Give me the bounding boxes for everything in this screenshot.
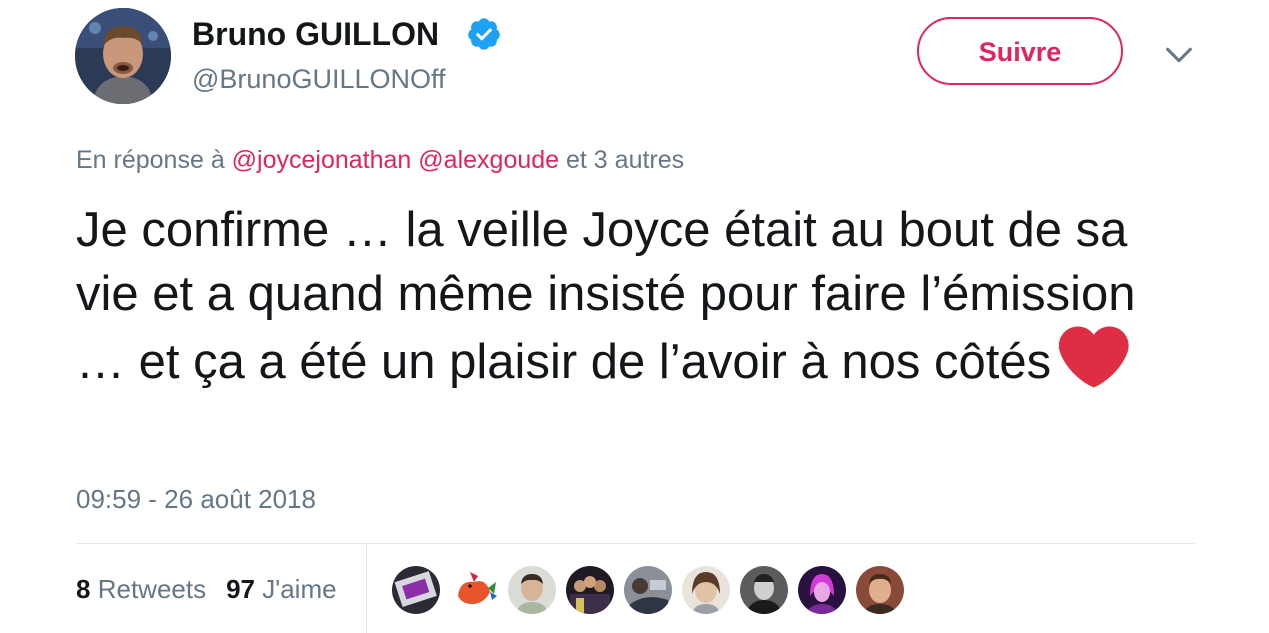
liker-avatar-3 xyxy=(508,566,556,614)
tweet-text: Je confirme … la veille Joyce était au b… xyxy=(76,198,1196,394)
follow-button[interactable]: Suivre xyxy=(917,17,1123,85)
likes-stat[interactable]: 97 J'aime xyxy=(226,574,336,604)
tweet-stats: 8 Retweets 97 J'aime xyxy=(76,572,337,606)
profile-photo xyxy=(75,8,171,104)
liker-avatar-9 xyxy=(856,566,904,614)
author-avatar[interactable] xyxy=(75,8,171,104)
liker-avatar[interactable] xyxy=(856,566,904,614)
reply-suffix[interactable]: et 3 autres xyxy=(566,146,684,174)
stats-divider xyxy=(76,543,1195,544)
likes-label: J'aime xyxy=(262,574,337,604)
liker-avatar[interactable] xyxy=(682,566,730,614)
liker-avatar[interactable] xyxy=(566,566,614,614)
author-handle[interactable]: @BrunoGUILLONOff xyxy=(192,62,446,96)
reply-context: En réponse à @joycejonathan @alexgoude e… xyxy=(76,144,684,176)
liker-avatar-4 xyxy=(566,566,614,614)
liker-avatar-5 xyxy=(624,566,672,614)
retweets-label: Retweets xyxy=(97,574,207,604)
liker-avatar-7 xyxy=(740,566,788,614)
tweet-timestamp[interactable]: 09:59 - 26 août 2018 xyxy=(76,482,316,516)
mention-link[interactable]: @alexgoude xyxy=(418,146,559,174)
chevron-down-icon[interactable] xyxy=(1162,38,1196,72)
liker-avatar[interactable] xyxy=(508,566,556,614)
red-heart-icon xyxy=(1059,326,1129,388)
liker-avatar[interactable] xyxy=(798,566,846,614)
liker-avatar-2 xyxy=(450,566,498,614)
liker-avatar-8 xyxy=(798,566,846,614)
retweets-count: 8 xyxy=(76,574,91,604)
liker-avatar[interactable] xyxy=(450,566,498,614)
tweet-text-content: Je confirme … la veille Joyce était au b… xyxy=(76,203,1136,389)
author-name[interactable]: Bruno GUILLON xyxy=(192,14,439,54)
retweets-stat[interactable]: 8 Retweets xyxy=(76,574,206,604)
liker-avatar[interactable] xyxy=(740,566,788,614)
liker-avatar[interactable] xyxy=(392,566,440,614)
reply-prefix: En réponse à xyxy=(76,146,225,174)
likes-count: 97 xyxy=(226,574,256,604)
liker-avatar-1 xyxy=(392,566,440,614)
mention-link[interactable]: @joycejonathan xyxy=(232,146,412,174)
verified-badge-icon xyxy=(468,18,500,50)
liker-avatar-6 xyxy=(682,566,730,614)
stats-vertical-divider xyxy=(366,545,367,633)
liker-avatar[interactable] xyxy=(624,566,672,614)
